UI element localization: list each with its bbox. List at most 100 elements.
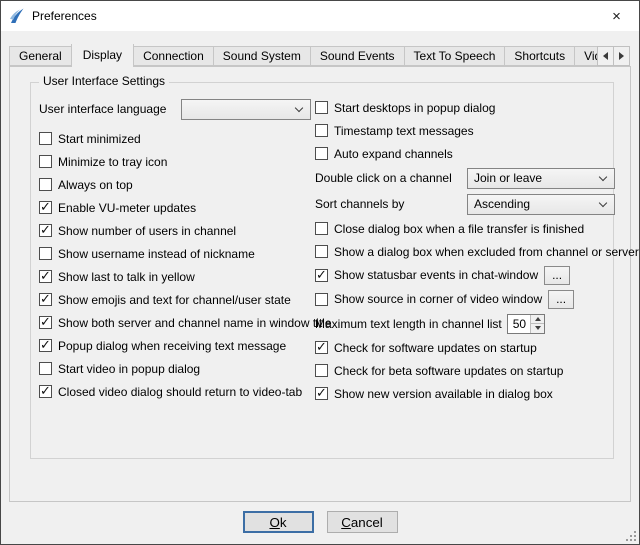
checkbox-label: Popup dialog when receiving text message — [58, 339, 286, 353]
ok-button[interactable]: Ok — [243, 511, 314, 533]
sort-channels-value: Ascending — [474, 197, 530, 211]
tab-shortcuts[interactable]: Shortcuts — [504, 46, 575, 66]
checkbox[interactable] — [315, 269, 328, 282]
checkbox[interactable] — [315, 387, 328, 400]
ok-accesskey: O — [269, 515, 279, 530]
checkbox-label: Check for beta software updates on start… — [334, 364, 563, 378]
checkbox-label: Show number of users in channel — [58, 224, 236, 238]
tab-display[interactable]: Display — [71, 44, 134, 67]
checkbox[interactable] — [315, 364, 328, 377]
checkbox-label: Show new version available in dialog box — [334, 387, 553, 401]
checkbox-row: Show emojis and text for channel/user st… — [39, 288, 311, 311]
checkbox-row: Always on top — [39, 173, 311, 196]
max-text-length-spinner[interactable]: 50 — [507, 314, 545, 334]
checkbox-row: Check for software updates on startup — [315, 336, 615, 359]
checkbox-label: Enable VU-meter updates — [58, 201, 196, 215]
user-interface-settings-group: User Interface Settings User interface l… — [30, 82, 614, 459]
tab-scroll-left-button[interactable] — [597, 46, 614, 66]
checkbox[interactable] — [39, 362, 52, 375]
left-column: User interface language Start minimized … — [39, 96, 311, 403]
checkbox-label: Check for software updates on startup — [334, 341, 537, 355]
group-title: User Interface Settings — [39, 74, 169, 88]
checkbox[interactable] — [315, 293, 328, 306]
checkbox[interactable] — [39, 132, 52, 145]
tab-sound-system[interactable]: Sound System — [213, 46, 311, 66]
checkbox-row: Enable VU-meter updates — [39, 196, 311, 219]
checkbox[interactable] — [39, 270, 52, 283]
checkbox-row: Closed video dialog should return to vid… — [39, 380, 311, 403]
tab-scroll-right-button[interactable] — [613, 46, 630, 66]
tab-sound-events[interactable]: Sound Events — [310, 46, 405, 66]
checkbox-row: Show username instead of nickname — [39, 242, 311, 265]
language-label: User interface language — [39, 102, 166, 116]
checkbox[interactable] — [39, 224, 52, 237]
resize-grip[interactable] — [624, 529, 637, 542]
close-button[interactable]: × — [594, 1, 639, 31]
cancel-button[interactable]: Cancel — [327, 511, 398, 533]
checkbox[interactable] — [39, 247, 52, 260]
display-tab-page: User Interface Settings User interface l… — [9, 66, 631, 502]
spin-up-button[interactable] — [531, 315, 544, 324]
double-click-combobox[interactable]: Join or leave — [467, 168, 615, 189]
tab-general[interactable]: General — [9, 46, 72, 66]
checkbox-row: Show new version available in dialog box — [315, 382, 615, 405]
checkbox[interactable] — [315, 341, 328, 354]
checkbox[interactable] — [39, 201, 52, 214]
checkbox[interactable] — [39, 385, 52, 398]
checkbox-row: Show last to talk in yellow — [39, 265, 311, 288]
cancel-rest: ancel — [351, 515, 383, 530]
checkbox-row: Check for beta software updates on start… — [315, 359, 615, 382]
tab-connection[interactable]: Connection — [133, 46, 214, 66]
checkbox-row: Start video in popup dialog — [39, 357, 311, 380]
checkbox-label: Auto expand channels — [334, 147, 453, 161]
checkbox[interactable] — [315, 124, 328, 137]
tab-text-to-speech[interactable]: Text To Speech — [404, 46, 506, 66]
checkbox-label: Show statusbar events in chat-window — [334, 268, 538, 282]
checkbox[interactable] — [315, 101, 328, 114]
double-click-value: Join or leave — [474, 171, 542, 185]
titlebar: Preferences × — [1, 1, 639, 31]
checkbox-label: Show source in corner of video window — [334, 292, 542, 306]
checkbox[interactable] — [39, 339, 52, 352]
checkbox[interactable] — [39, 155, 52, 168]
language-combobox[interactable] — [181, 99, 311, 120]
checkbox-label: Show both server and channel name in win… — [58, 316, 332, 330]
arrow-right-icon — [619, 52, 624, 60]
checkbox-row: Close dialog box when a file transfer is… — [315, 217, 615, 240]
chevron-down-icon — [599, 198, 607, 206]
window-title: Preferences — [32, 9, 97, 23]
checkbox[interactable] — [39, 293, 52, 306]
checkbox[interactable] — [315, 222, 328, 235]
checkbox[interactable] — [39, 178, 52, 191]
ok-rest: k — [280, 515, 287, 530]
arrow-down-icon — [535, 326, 541, 330]
checkbox-row: Popup dialog when receiving text message — [39, 334, 311, 357]
language-row: User interface language — [39, 96, 311, 122]
chevron-down-icon — [295, 103, 303, 111]
checkbox-row: Timestamp text messages — [315, 119, 615, 142]
checkbox-row: Minimize to tray icon — [39, 150, 311, 173]
spin-down-button[interactable] — [531, 323, 544, 333]
video-source-row: Show source in corner of video window ..… — [315, 287, 615, 311]
preferences-dialog: Preferences × General Display Connection… — [0, 0, 640, 545]
sort-channels-label: Sort channels by — [315, 197, 404, 211]
checkbox-row: Show both server and channel name in win… — [39, 311, 311, 334]
max-text-length-label: Maximum text length in channel list — [315, 317, 502, 331]
dialog-footer: Ok Cancel — [1, 511, 639, 533]
cancel-accesskey: C — [341, 515, 351, 530]
checkbox[interactable] — [315, 245, 328, 258]
app-icon — [9, 8, 25, 24]
checkbox-row: Auto expand channels — [315, 142, 615, 165]
checkbox[interactable] — [315, 147, 328, 160]
checkbox-label: Minimize to tray icon — [58, 155, 167, 169]
statusbar-events-more-button[interactable]: ... — [544, 266, 570, 285]
video-source-more-button[interactable]: ... — [548, 290, 574, 309]
statusbar-events-row: Show statusbar events in chat-window ... — [315, 263, 615, 287]
checkbox-label: Show username instead of nickname — [58, 247, 255, 261]
sort-channels-combobox[interactable]: Ascending — [467, 194, 615, 215]
arrow-up-icon — [535, 317, 541, 321]
checkbox[interactable] — [39, 316, 52, 329]
checkbox-label: Close dialog box when a file transfer is… — [334, 222, 584, 236]
checkbox-label: Always on top — [58, 178, 133, 192]
checkbox-label: Show a dialog box when excluded from cha… — [334, 245, 639, 259]
